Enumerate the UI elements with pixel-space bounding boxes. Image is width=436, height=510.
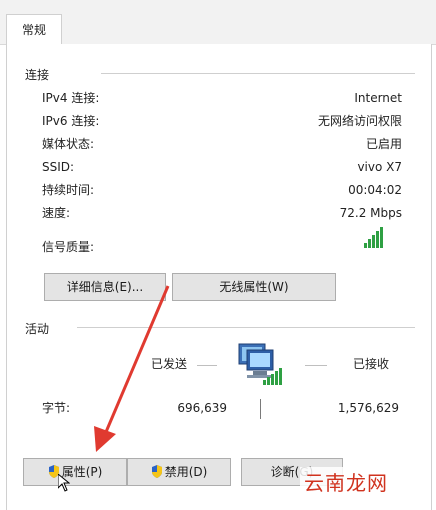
wlan-status-dialog: 常规 连接 IPv4 连接: Internet IPv6 连接: 无网络访问权限… (0, 0, 436, 510)
annotation-arrow (94, 285, 170, 452)
arrow-head (94, 426, 116, 452)
watermark-logo: 云南龙网 (300, 467, 392, 496)
arrow-shaft (104, 285, 170, 433)
mouse-cursor-icon (58, 474, 70, 492)
